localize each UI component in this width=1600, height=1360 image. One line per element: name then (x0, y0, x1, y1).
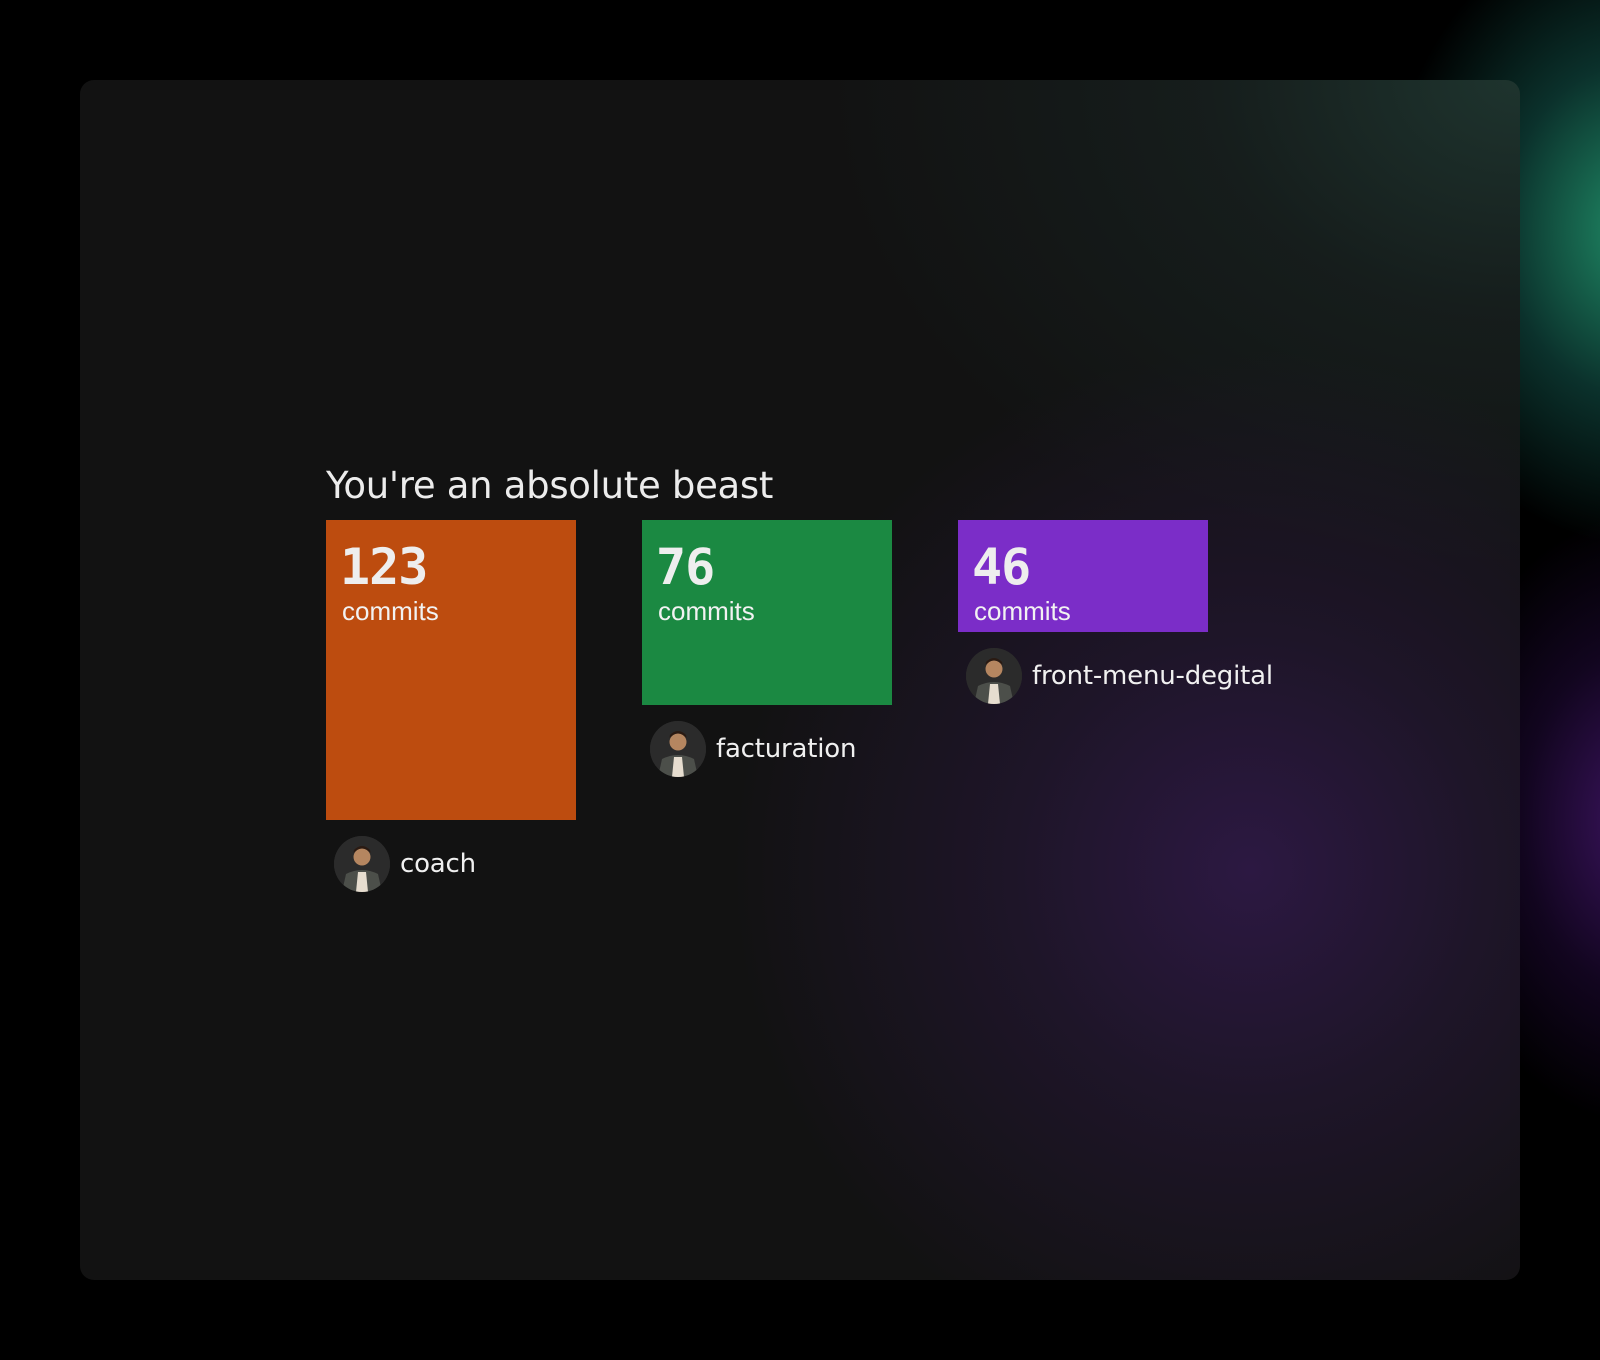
repo-name: coach (400, 849, 476, 879)
avatar (650, 721, 706, 777)
commit-count: 123 (340, 538, 428, 596)
commit-unit-label: commits (658, 596, 755, 626)
repo-name: front-menu-degital (1032, 661, 1273, 691)
commit-count: 46 (972, 538, 1031, 596)
commit-unit-label: commits (974, 596, 1071, 626)
commit-bar-facturation: 76 commits (642, 520, 892, 705)
commit-bar-coach: 123 commits (326, 520, 576, 820)
commit-count: 76 (656, 538, 715, 596)
commit-bar-front-menu-degital: 46 commits (958, 520, 1208, 632)
commit-unit-label: commits (342, 596, 439, 626)
avatar (334, 836, 390, 892)
summary-card: You're an absolute beast 123 commits coach… (80, 80, 1520, 1280)
repo-label-facturation: facturation (650, 721, 856, 777)
repo-label-coach: coach (334, 836, 476, 892)
repo-name: facturation (716, 734, 857, 764)
page-title: You're an absolute beast (326, 464, 774, 507)
repo-label-front-menu-degital: front-menu-degital (966, 648, 1273, 704)
avatar (966, 648, 1022, 704)
page-background: You're an absolute beast 123 commits coach… (0, 0, 1600, 1360)
